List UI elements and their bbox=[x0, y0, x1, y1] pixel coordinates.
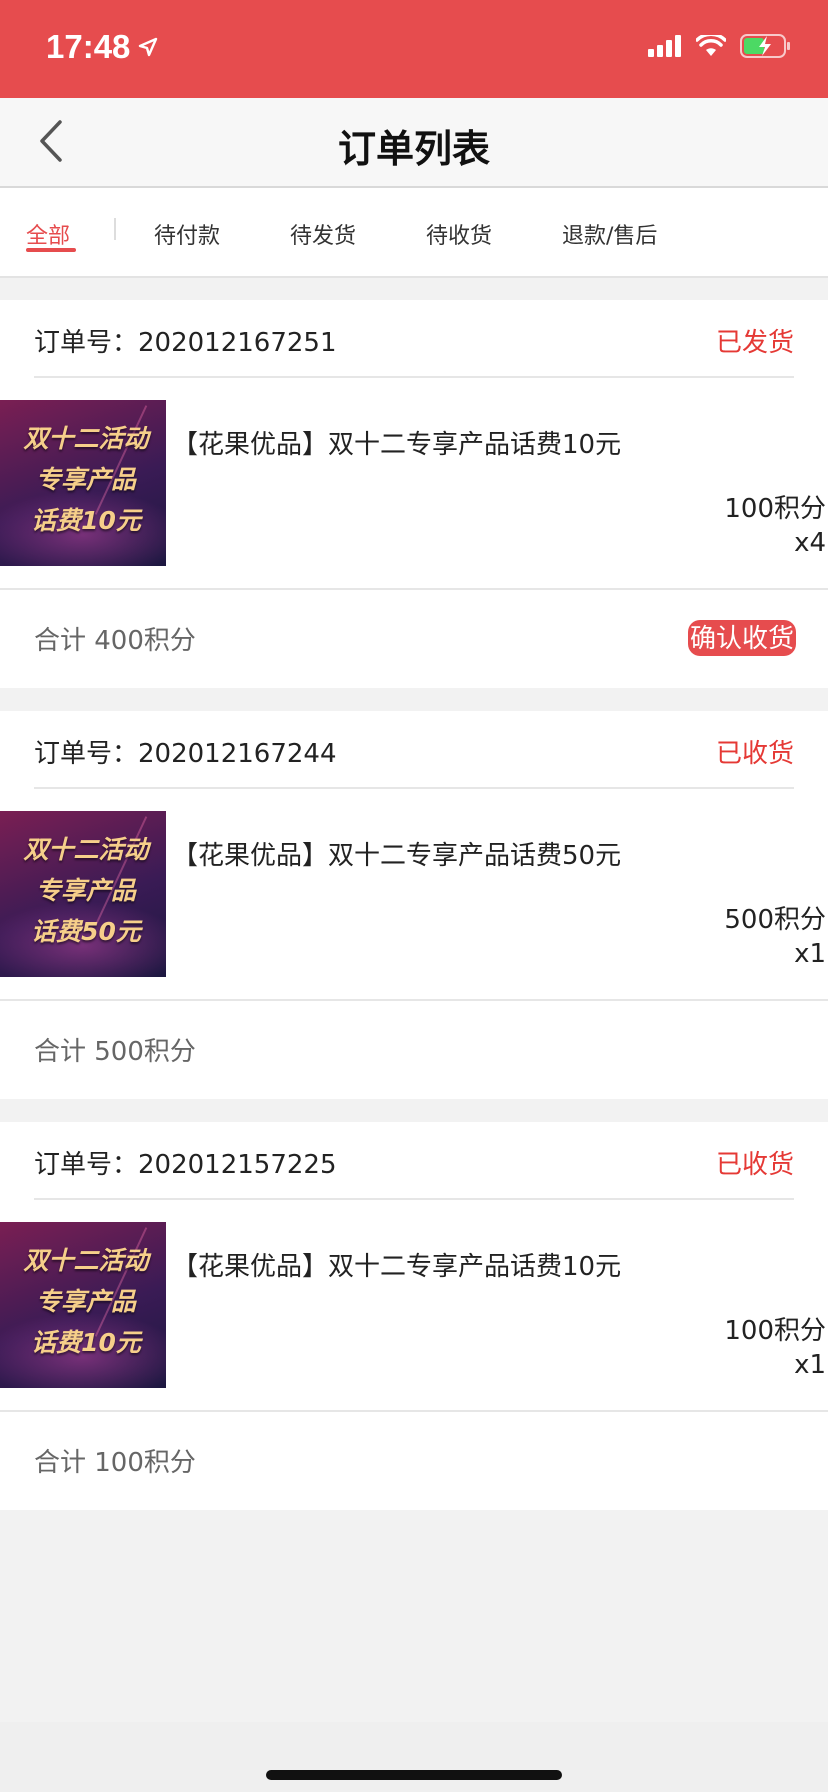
thumbnail-text: 双十二活动 专享产品 话费50元 bbox=[10, 829, 162, 952]
tab-all[interactable]: 全部 bbox=[26, 218, 70, 250]
thumbnail-text: 双十二活动 专享产品 话费10元 bbox=[10, 418, 162, 541]
status-bar: 17:48 bbox=[0, 0, 828, 98]
product-thumbnail[interactable]: 双十二活动 专享产品 话费10元 bbox=[0, 1222, 166, 1388]
order-header: 订单号：202012167251 已发货 bbox=[34, 300, 794, 378]
product-title[interactable]: 【花果优品】双十二专享产品话费10元 bbox=[172, 424, 621, 461]
product-title[interactable]: 【花果优品】双十二专享产品话费10元 bbox=[172, 1246, 621, 1283]
order-number-value: 202012157225 bbox=[138, 1150, 337, 1180]
order-number-label: 订单号： bbox=[34, 1150, 139, 1180]
order-total: 合计 100积分 bbox=[34, 1448, 196, 1478]
product-price: 500积分 bbox=[724, 905, 826, 935]
thumbnail-line: 话费10元 bbox=[31, 1328, 141, 1357]
signal-icon bbox=[648, 35, 681, 57]
product-thumbnail[interactable]: 双十二活动 专享产品 话费10元 bbox=[0, 400, 166, 566]
order-number-value: 202012167251 bbox=[138, 328, 337, 358]
order-total: 合计 500积分 bbox=[34, 1037, 196, 1067]
home-indicator[interactable] bbox=[266, 1770, 562, 1780]
wifi-icon bbox=[696, 35, 726, 56]
order-filter-tabs: 全部 待付款 待发货 待收货 退款/售后 bbox=[0, 188, 828, 278]
order-header: 订单号：202012167244 已收货 bbox=[34, 711, 794, 789]
product-quantity: x1 bbox=[794, 1350, 826, 1380]
status-icons bbox=[648, 34, 792, 58]
order-header: 订单号：202012157225 已收货 bbox=[34, 1122, 794, 1200]
thumbnail-line: 专享产品 bbox=[35, 876, 136, 905]
active-tab-indicator bbox=[26, 248, 76, 252]
order-status: 已收货 bbox=[715, 1150, 794, 1180]
product-quantity: x4 bbox=[794, 528, 826, 558]
product-title[interactable]: 【花果优品】双十二专享产品话费50元 bbox=[172, 835, 621, 872]
order-card[interactable]: 订单号：202012167251 已发货 双十二活动 专享产品 话费10元 【花… bbox=[0, 300, 828, 688]
thumbnail-line: 双十二活动 bbox=[23, 424, 149, 453]
battery-charging-icon bbox=[740, 34, 790, 58]
thumbnail-line: 专享产品 bbox=[35, 465, 136, 494]
nav-bar: 订单列表 bbox=[0, 98, 828, 188]
order-number: 订单号：202012157225 bbox=[34, 1144, 337, 1181]
product-price: 100积分 bbox=[724, 494, 826, 524]
thumbnail-line: 话费50元 bbox=[31, 917, 141, 946]
tab-refund-aftersale[interactable]: 退款/售后 bbox=[562, 218, 657, 250]
order-number-label: 订单号： bbox=[34, 328, 139, 358]
order-status: 已收货 bbox=[715, 739, 794, 769]
tab-pending-shipment[interactable]: 待发货 bbox=[290, 218, 356, 250]
order-footer: 合计 100积分 bbox=[0, 1410, 828, 1512]
product-price: 100积分 bbox=[724, 1316, 826, 1346]
thumbnail-text: 双十二活动 专享产品 话费10元 bbox=[10, 1240, 162, 1363]
thumbnail-line: 专享产品 bbox=[35, 1287, 136, 1316]
order-footer: 合计 400积分 确认收货 bbox=[0, 588, 828, 690]
order-card[interactable]: 订单号：202012167244 已收货 双十二活动 专享产品 话费50元 【花… bbox=[0, 711, 828, 1099]
status-time: 17:48 bbox=[46, 28, 158, 66]
order-number-label: 订单号： bbox=[34, 739, 139, 769]
thumbnail-line: 双十二活动 bbox=[23, 835, 149, 864]
thumbnail-line: 双十二活动 bbox=[23, 1246, 149, 1275]
order-total: 合计 400积分 bbox=[34, 626, 196, 656]
order-status: 已发货 bbox=[715, 328, 794, 358]
thumbnail-line: 话费10元 bbox=[31, 506, 141, 535]
order-footer: 合计 500积分 bbox=[0, 999, 828, 1101]
home-indicator-area bbox=[0, 1722, 828, 1792]
product-quantity: x1 bbox=[794, 939, 826, 969]
product-thumbnail[interactable]: 双十二活动 专享产品 话费50元 bbox=[0, 811, 166, 977]
tab-divider bbox=[114, 218, 116, 240]
order-card[interactable]: 订单号：202012157225 已收货 双十二活动 专享产品 话费10元 【花… bbox=[0, 1122, 828, 1510]
order-number: 订单号：202012167251 bbox=[34, 322, 337, 359]
page-title: 订单列表 bbox=[337, 127, 490, 171]
status-time-text: 17:48 bbox=[46, 28, 131, 65]
confirm-receipt-button[interactable]: 确认收货 bbox=[687, 620, 796, 656]
order-number: 订单号：202012167244 bbox=[34, 733, 337, 770]
order-number-value: 202012167244 bbox=[138, 739, 337, 769]
tab-pending-receipt[interactable]: 待收货 bbox=[426, 218, 492, 250]
tab-pending-payment[interactable]: 待付款 bbox=[154, 218, 220, 250]
location-arrow-icon bbox=[139, 37, 158, 57]
